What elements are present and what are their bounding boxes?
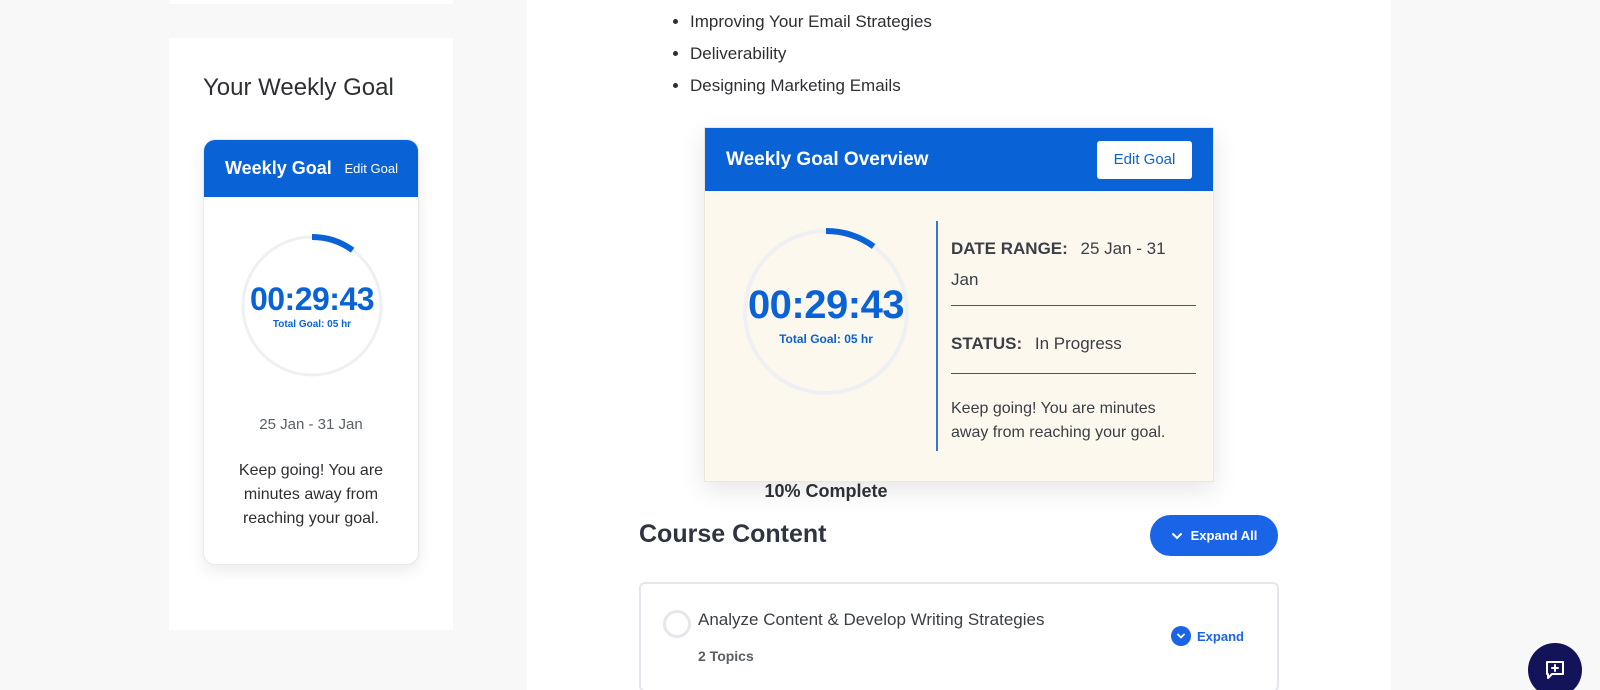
chevron-down-icon [1171, 532, 1182, 539]
widget-header: Weekly Goal Edit Goal [204, 140, 418, 197]
overview-title: Weekly Goal Overview [726, 148, 929, 170]
total-goal-label: Total Goal: 05 hr [779, 332, 873, 346]
status-value: In Progress [1034, 334, 1122, 353]
list-item: Designing Marketing Emails [690, 74, 932, 106]
progress-ring: 00:29:43 Total Goal: 05 hr [741, 227, 911, 397]
weekly-goal-overview-card: Weekly Goal Overview Edit Goal 00:29:43 … [704, 127, 1215, 501]
chevron-down-icon [1171, 626, 1191, 646]
weekly-goal-sidebar: Your Weekly Goal Weekly Goal Edit Goal 0… [169, 38, 453, 630]
sidebar-title: Your Weekly Goal [203, 74, 394, 101]
divider [951, 373, 1196, 374]
elapsed-time: 00:29:43 [249, 281, 375, 317]
lesson-row[interactable]: Analyze Content & Develop Writing Strate… [639, 582, 1279, 690]
widget-edit-goal-link[interactable]: Edit Goal [345, 161, 398, 176]
encouragement-message: Keep going! You are minutes away from re… [238, 462, 384, 527]
overview-body: 00:29:43 Total Goal: 05 hr 10% Complete … [705, 191, 1215, 501]
lesson-expand-label: Expand [1197, 628, 1244, 644]
status-label: STATUS: [951, 334, 1023, 353]
chat-button[interactable] [1528, 643, 1582, 690]
progress-ring: 00:29:43 Total Goal: 05 hr [240, 234, 384, 378]
divider [951, 305, 1196, 306]
status-row: STATUS: In Progress [951, 332, 1196, 356]
list-item: Improving Your Email Strategies [690, 10, 932, 42]
overview-header: Weekly Goal Overview Edit Goal [705, 128, 1213, 191]
edit-goal-button[interactable]: Edit Goal [1097, 140, 1192, 179]
chat-plus-icon [1546, 661, 1564, 679]
elapsed-time: 00:29:43 [747, 283, 905, 327]
total-goal-label: Total Goal: 05 hr [272, 319, 352, 330]
date-range-label: DATE RANGE: [951, 239, 1068, 258]
vertical-divider [936, 221, 938, 451]
date-range-row: DATE RANGE: 25 Jan - 31 Jan [951, 233, 1196, 295]
lesson-title[interactable]: Analyze Content & Develop Writing Strate… [698, 610, 1044, 630]
lesson-status-circle-icon [663, 610, 691, 638]
list-item: Deliverability [690, 42, 932, 74]
widget-title: Weekly Goal [225, 158, 332, 178]
lesson-topic-count: 2 Topics [698, 648, 754, 664]
topic-bullet-list: Improving Your Email Strategies Delivera… [690, 10, 932, 106]
expand-all-label: Expand All [1190, 528, 1258, 543]
main-content: Improving Your Email Strategies Delivera… [527, 0, 1391, 690]
date-range: 25 Jan - 31 Jan [259, 416, 363, 433]
lesson-expand-button[interactable]: Expand [1171, 626, 1244, 646]
percent-complete: 10% Complete [764, 481, 888, 501]
expand-all-button[interactable]: Expand All [1150, 515, 1278, 556]
weekly-goal-widget: Weekly Goal Edit Goal 00:29:43 Total Goa… [203, 139, 419, 565]
encouragement-message: Keep going! You are minutes away from re… [951, 400, 1166, 441]
sidebar-top-card [169, 0, 453, 4]
course-content-title: Course Content [639, 520, 827, 548]
